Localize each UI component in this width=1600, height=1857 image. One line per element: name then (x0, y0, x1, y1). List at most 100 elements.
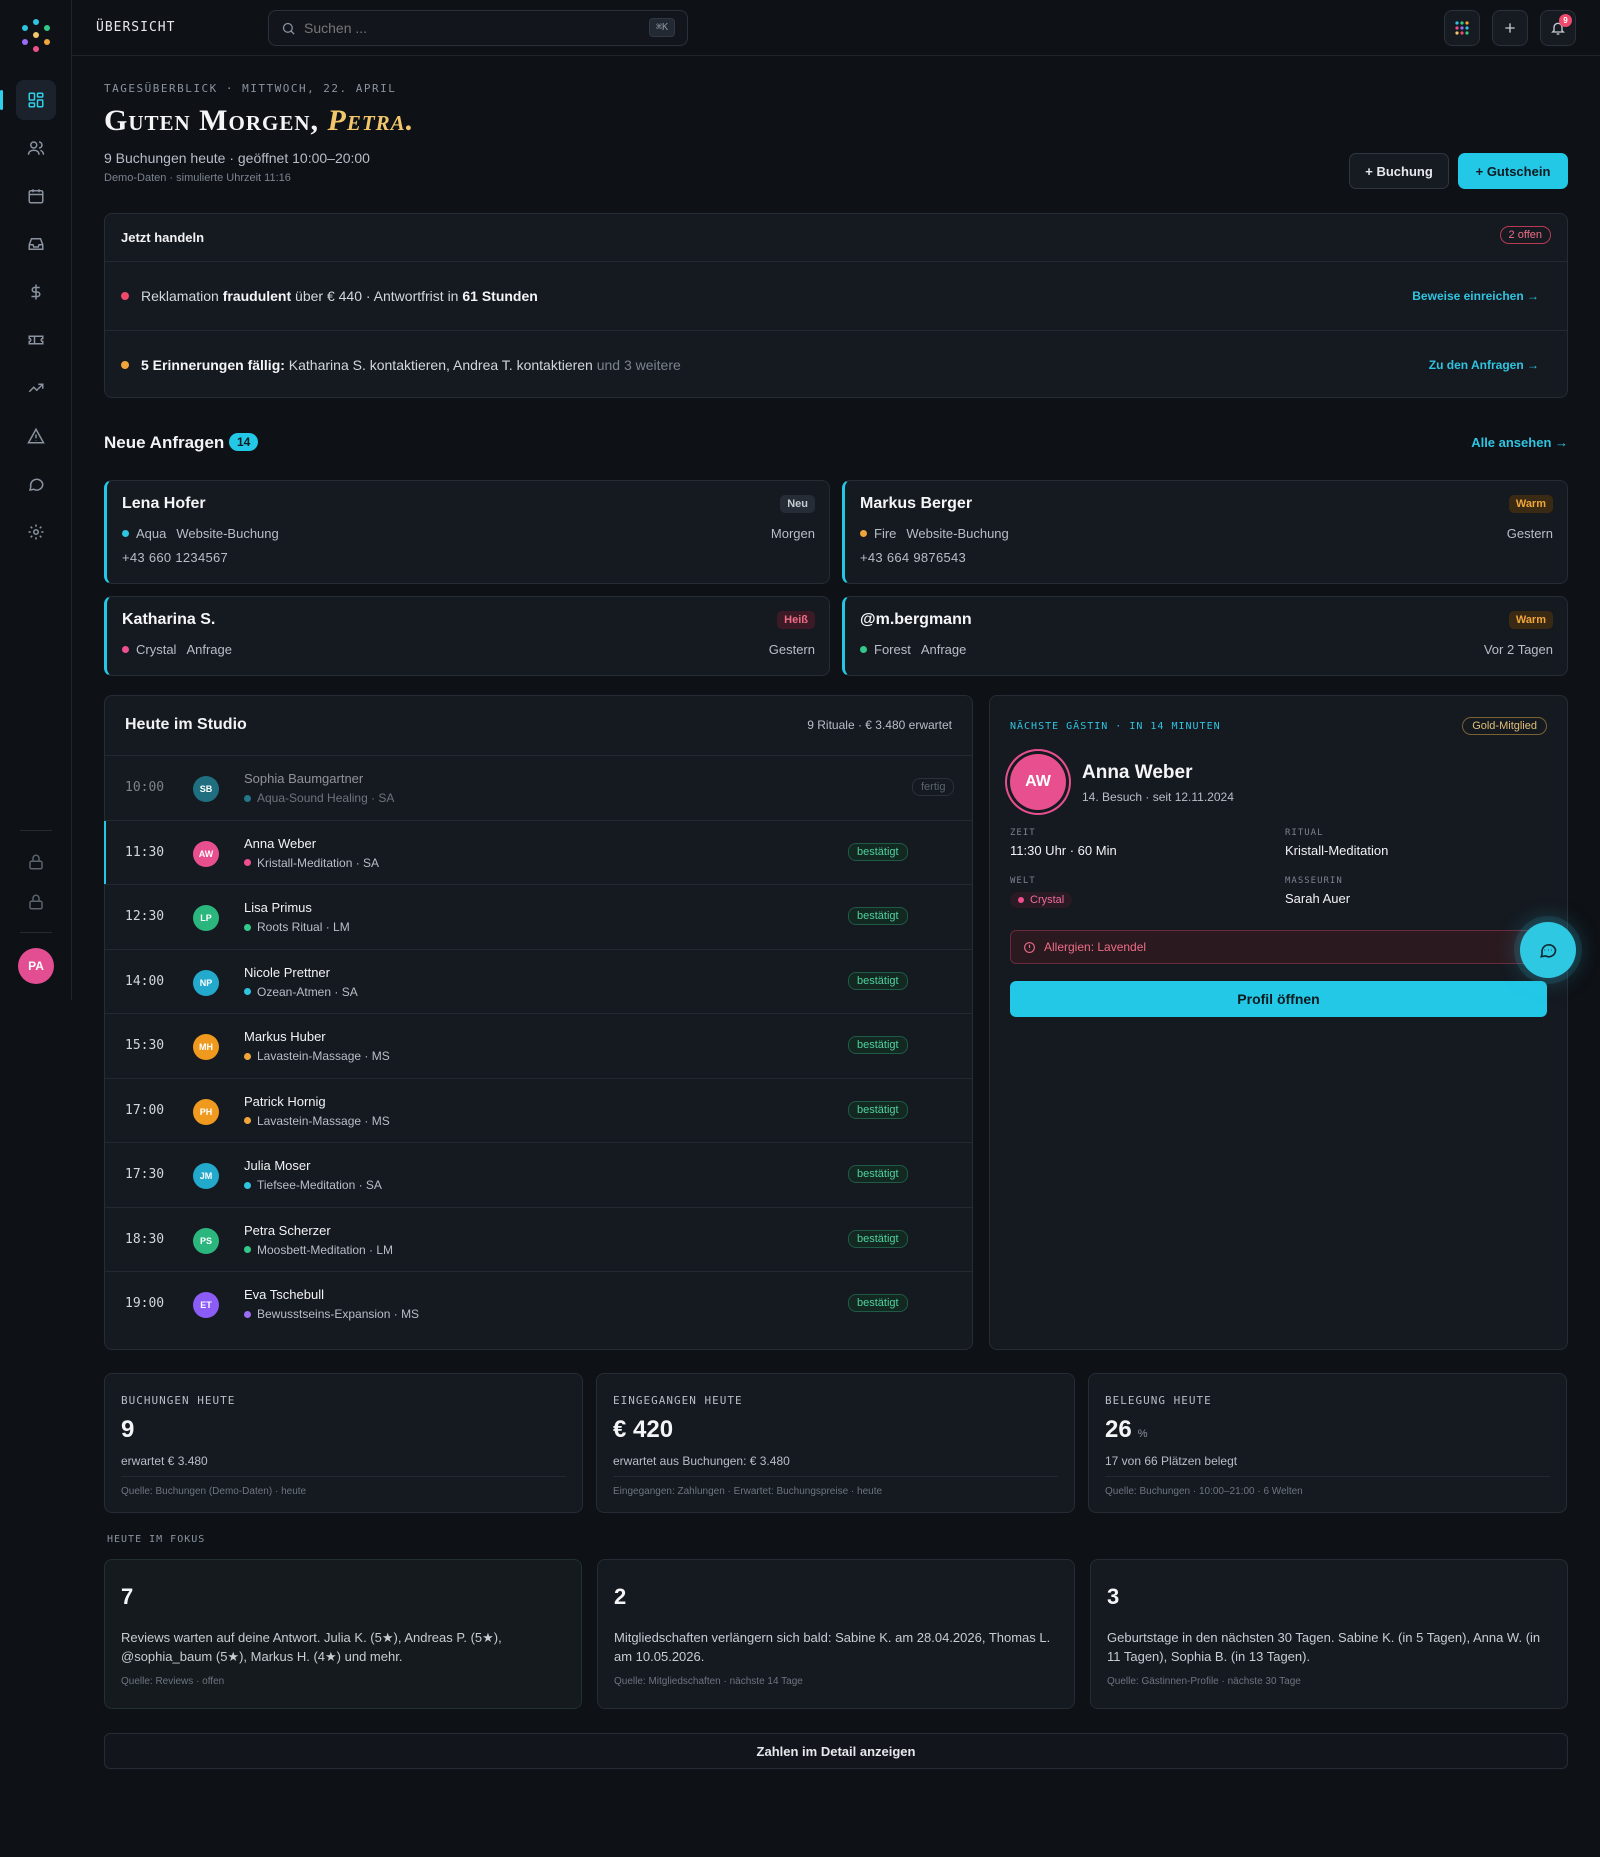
nav-analytics[interactable] (16, 368, 56, 408)
guest-name: Anna Weber (244, 835, 317, 851)
nav-locked-1[interactable] (16, 842, 56, 882)
focus-source: Quelle: Mitgliedschaften · nächste 14 Ta… (614, 1676, 803, 1687)
request-source: Anfrage (920, 642, 967, 657)
schedule-row[interactable]: 12:30 LP Lisa Primus Roots Ritual · LM bestä… (105, 884, 972, 948)
status-badge: bestätigt (848, 1036, 908, 1054)
kpi-sub: erwartet aus Buchungen: € 3.480 (613, 1454, 790, 1468)
ritual-info: Ozean-Atmen · SA (244, 985, 358, 999)
notifications-button[interactable]: 9 (1540, 10, 1576, 46)
ritual-info: Tiefsee-Meditation · SA (244, 1178, 382, 1192)
slot-time: 10:00 (125, 780, 165, 795)
guest-avatar: JM (193, 1163, 219, 1189)
nav-alerts[interactable] (16, 416, 56, 456)
guest-visits: 14. Besuch · seit 12.11.2024 (1082, 790, 1234, 804)
status-badge: bestätigt (848, 1229, 908, 1248)
nav-settings[interactable] (16, 512, 56, 552)
guest-name: Patrick Hornig (244, 1093, 326, 1109)
action-link[interactable]: Zu den Anfragen → (1429, 358, 1539, 372)
world-dot (122, 646, 129, 653)
nav-dashboard[interactable] (16, 80, 56, 120)
world-dot (860, 530, 867, 537)
action-link[interactable]: Beweise einreichen → (1412, 289, 1539, 303)
action-text-part: 61 Stunden (462, 287, 538, 304)
world-dot (244, 1246, 251, 1253)
kpi-number: 9 (121, 1416, 135, 1443)
kpi-value: 26% (1105, 1416, 1147, 1444)
add-button[interactable] (1492, 10, 1528, 46)
apps-grid-icon (1455, 21, 1469, 35)
request-world: Crystal (136, 642, 177, 657)
nav-guests[interactable] (16, 128, 56, 168)
next-guest-panel: NÄCHSTE GÄSTIN · IN 14 MINUTEN Gold-Mitg… (989, 695, 1568, 1350)
request-card[interactable]: Markus Berger Warm Fire Website-Buchung Gest… (842, 480, 1568, 584)
show-details-button[interactable]: Zahlen im Detail anzeigen (104, 1733, 1568, 1769)
nav-messages[interactable] (16, 464, 56, 504)
guest-avatar: PH (193, 1098, 219, 1125)
status-badge: bestätigt (848, 1294, 908, 1312)
focus-card[interactable]: 2 Mitgliedschaften verlängern sich bald: … (597, 1559, 1075, 1709)
see-all-requests-link[interactable]: Alle ansehen → (1471, 435, 1568, 450)
focus-text: Geburtstage in den nächsten 30 Tagen. Sa… (1107, 1630, 1541, 1664)
request-card[interactable]: @m.bergmann Warm Forest Anfrage Vor 2 Tagen (842, 596, 1568, 676)
schedule-row[interactable]: 15:30 MH Markus Huber Lavastein-Massage · M… (105, 1013, 972, 1077)
alert-circle-icon (1023, 941, 1036, 954)
apps-button[interactable] (1444, 10, 1480, 46)
focus-source: Quelle: Gästinnen-Profile · nächste 30 T… (1107, 1676, 1301, 1687)
nav-payments[interactable] (16, 272, 56, 312)
ritual-text: Moosbett-Meditation · LM (257, 1242, 394, 1257)
request-world: Aqua (136, 526, 167, 541)
focus-number: 2 (614, 1584, 627, 1609)
guest-avatar: SB (193, 776, 219, 802)
user-avatar[interactable]: PA (18, 948, 54, 984)
add-voucher-button[interactable]: + Gutschein (1458, 153, 1568, 189)
kpi-label: EINGEGANGEN HEUTE (613, 1394, 743, 1407)
request-card[interactable]: Katharina S. Heiß Crystal Anfrage Gestern (104, 596, 830, 676)
schedule-row[interactable]: 14:00 NP Nicole Prettner Ozean-Atmen · SA be… (105, 948, 972, 1013)
schedule-row[interactable]: 19:00 ET Eva Tschebull Bewusstseins-Expansi… (105, 1271, 972, 1335)
world-dot (244, 1181, 251, 1189)
ritual-text: Aqua-Sound Healing · SA (257, 791, 395, 805)
focus-card[interactable]: 3 Geburtstage in den nächsten 30 Tagen. S… (1090, 1559, 1568, 1709)
schedule-row[interactable]: 10:00 SB Sophia Baumgartner Aqua-Sound Heal… (105, 755, 972, 819)
nav-inbox[interactable] (16, 224, 56, 264)
schedule-row[interactable]: 17:00 PH Patrick Hornig Lavastein-Massage ·… (105, 1077, 972, 1142)
request-meta: Forest Anfrage (860, 642, 966, 657)
chat-fab[interactable] (1520, 922, 1576, 978)
nav-calendar[interactable] (16, 176, 56, 216)
slot-time: 17:00 (125, 1102, 165, 1118)
status-badge: bestätigt (848, 1165, 908, 1183)
world-dot (244, 794, 251, 802)
schedule-summary: 9 Rituale · € 3.480 erwartet (807, 718, 952, 732)
guest-avatar: AW (1010, 754, 1066, 810)
focus-title: HEUTE IM FOKUS (107, 1534, 206, 1545)
request-world: Forest (874, 642, 911, 657)
request-card[interactable]: Lena Hofer Neu Aqua Website-Buchung Morgen +4… (104, 480, 830, 584)
ritual-text: Lavastein-Massage · MS (257, 1113, 390, 1128)
ritual-info: Bewusstseins-Expansion · MS (244, 1307, 419, 1321)
search-input[interactable] (304, 20, 624, 36)
action-dot (121, 360, 129, 369)
search-box[interactable]: ⌘K (268, 10, 688, 46)
ritual-info: Roots Ritual · LM (244, 920, 350, 934)
notification-badge: 9 (1559, 14, 1572, 27)
world-dot (244, 1052, 251, 1060)
kpi-divider (1105, 1476, 1550, 1477)
lock-icon (29, 894, 43, 910)
kpi-sub: 17 von 66 Plätzen belegt (1105, 1454, 1238, 1468)
nav-locked-2[interactable] (16, 882, 56, 922)
focus-card[interactable]: 7 Reviews warten auf deine Antwort. Julia… (104, 1559, 582, 1709)
page-title: ÜBERSICHT (96, 20, 176, 35)
open-profile-button[interactable]: Profil öffnen (1010, 981, 1547, 1017)
lock-icon (29, 854, 43, 870)
schedule-row[interactable]: 18:30 PS Petra Scherzer Moosbett-Meditation… (105, 1206, 972, 1271)
kpi-label: BUCHUNGEN HEUTE (121, 1394, 236, 1407)
time-value: 11:30 Uhr · 60 Min (1010, 843, 1117, 858)
kpi-value: 9 (121, 1416, 134, 1444)
request-phone: +43 664 9876543 (860, 550, 967, 565)
add-booking-button[interactable]: + Buchung (1349, 153, 1449, 189)
requests-count-badge: 14 (229, 433, 259, 451)
nav-vouchers[interactable] (16, 320, 56, 360)
schedule-row[interactable]: 11:30 AW Anna Weber Kristall-Meditation · S… (104, 819, 972, 884)
schedule-row[interactable]: 17:30 JM Julia Moser Tiefsee-Meditation · S… (105, 1142, 972, 1206)
action-text-part: und 3 weitere (596, 356, 681, 373)
